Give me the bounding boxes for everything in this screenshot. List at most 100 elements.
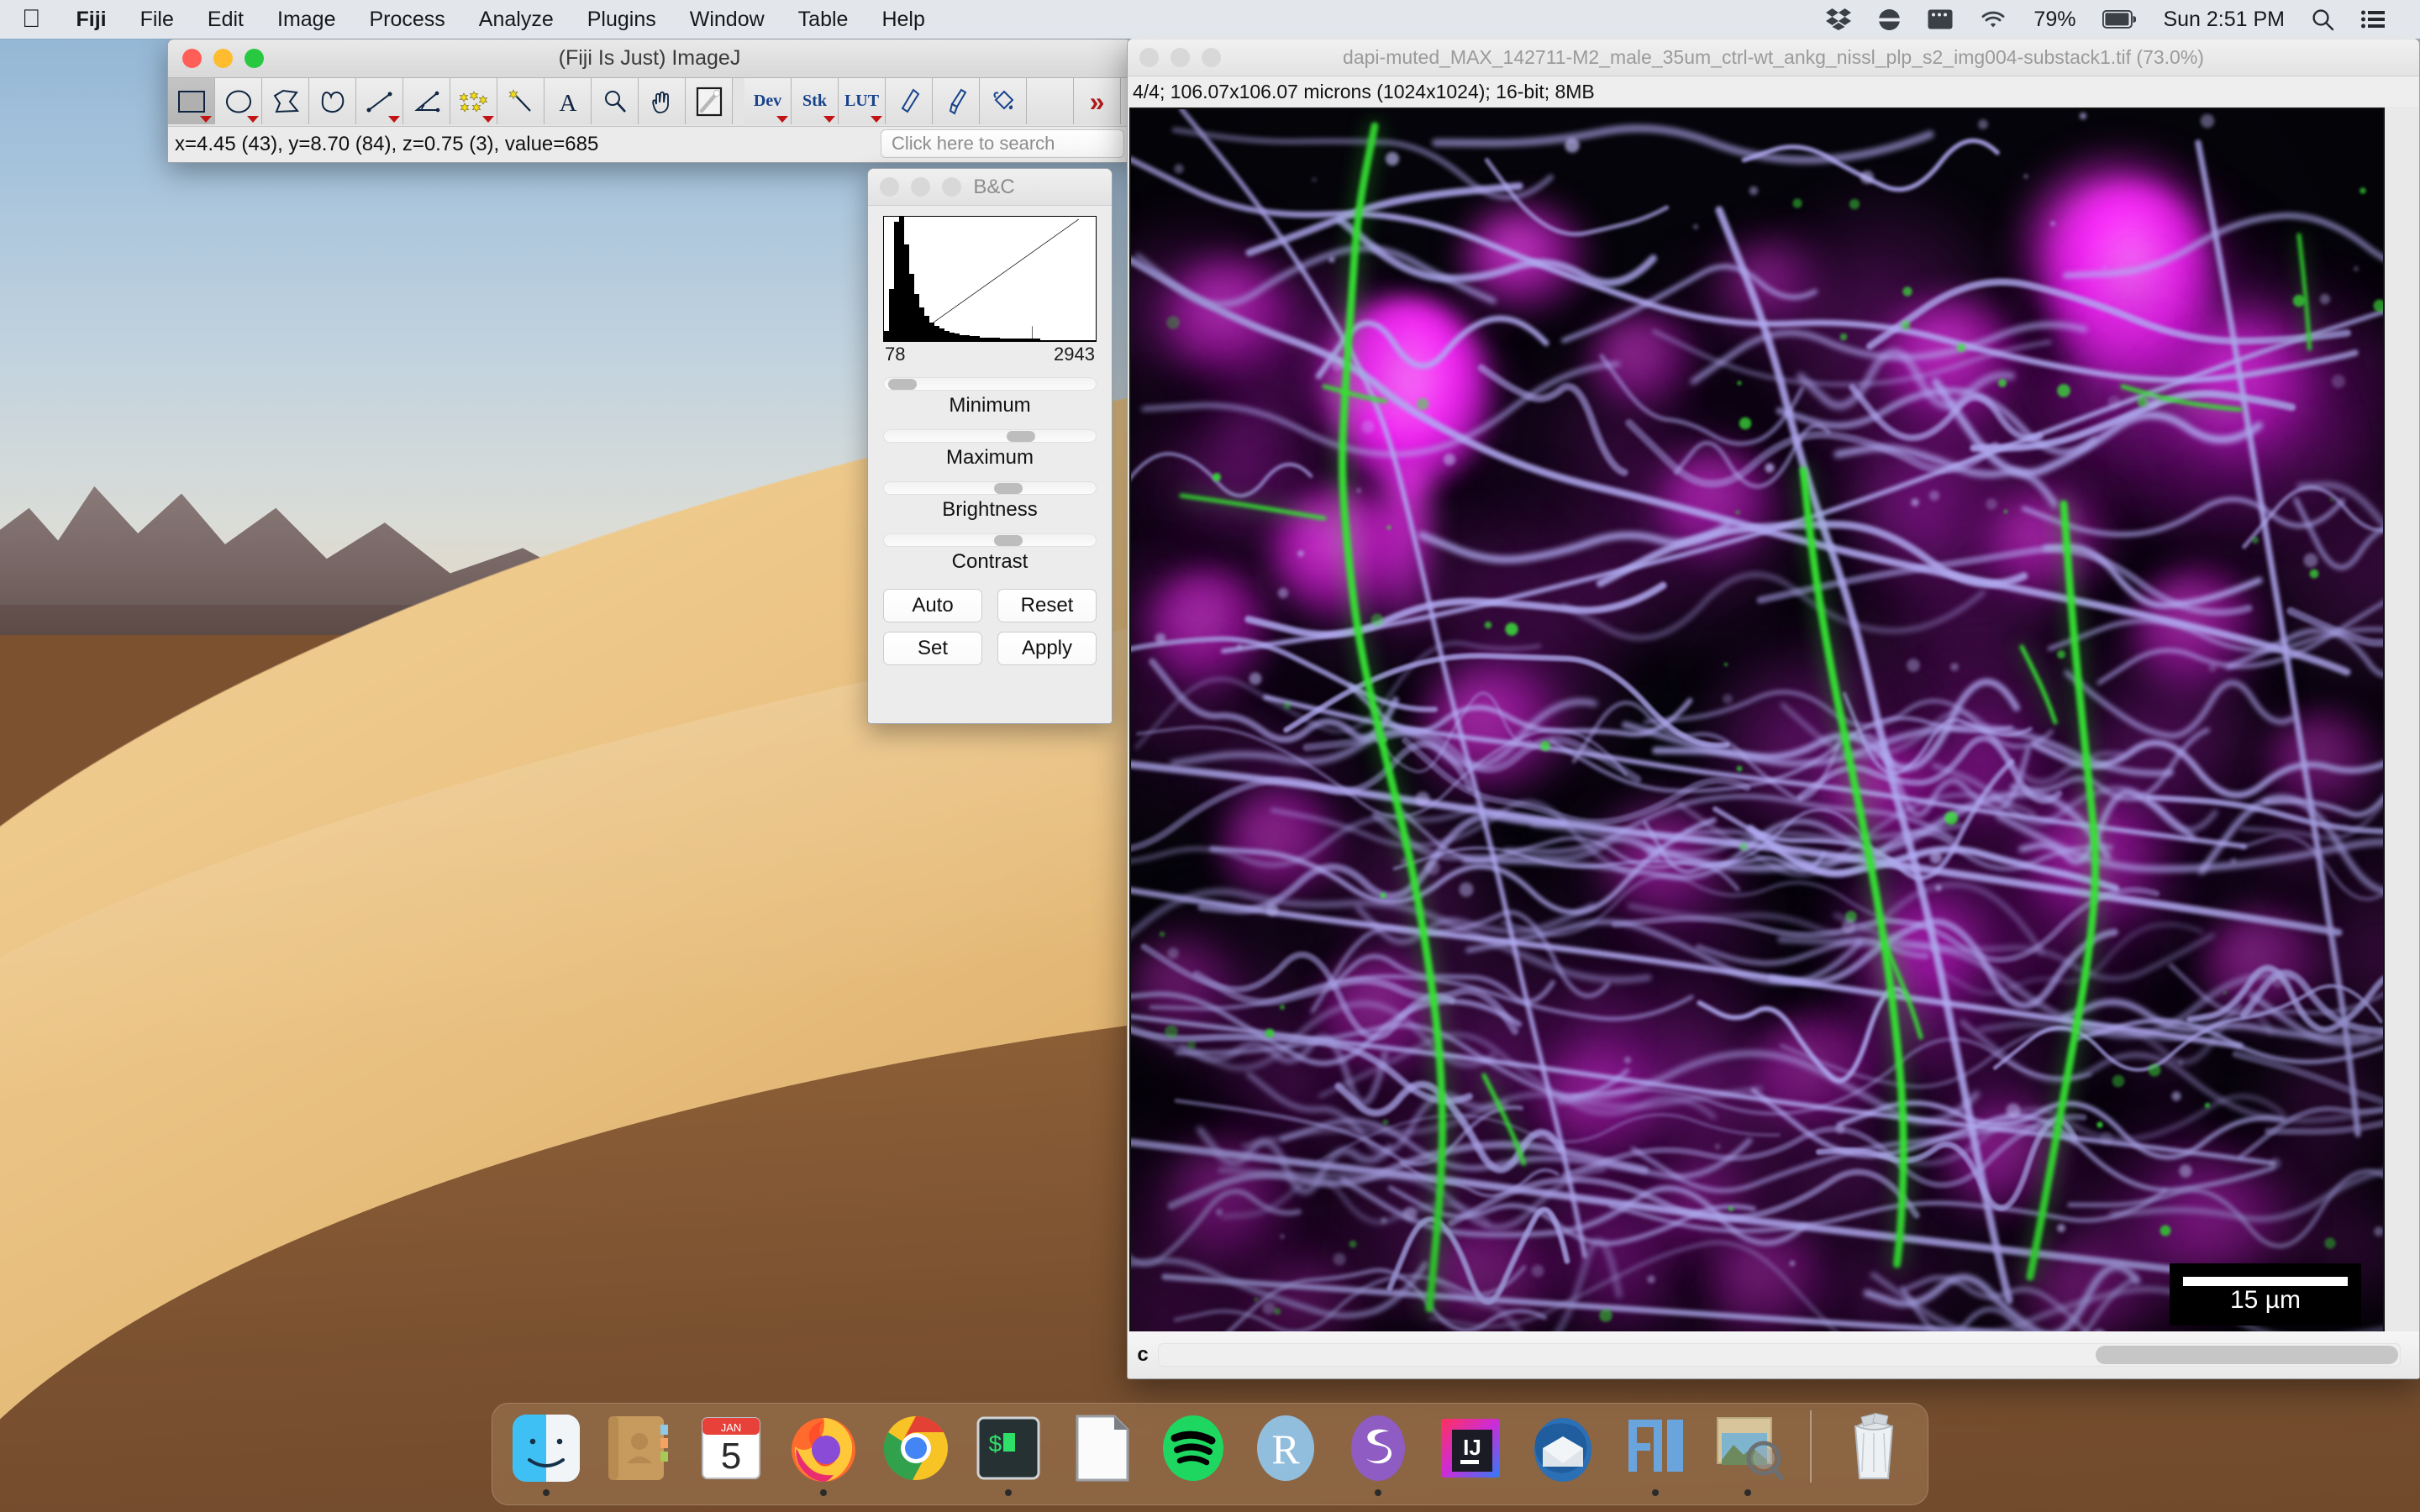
finder-icon[interactable] [509,1411,583,1485]
hand-tool[interactable] [639,78,686,124]
libreoffice-icon[interactable] [1064,1411,1138,1485]
dock-item-calendar[interactable]: JAN 5 [692,1411,770,1496]
notification-center-icon[interactable] [2348,10,2398,29]
firefox-icon[interactable] [786,1411,860,1485]
dock-item-firefox[interactable] [785,1411,862,1496]
paintbrush-tool[interactable] [933,78,980,124]
menu-table[interactable]: Table [781,0,865,39]
dock-item-chrome[interactable] [877,1411,955,1496]
maximum-slider-thumb[interactable] [1007,431,1036,442]
dock-item-preview[interactable] [1709,1411,1786,1496]
zoom-button[interactable] [245,49,264,68]
fiji-titlebar[interactable]: (Fiji Is Just) ImageJ [168,39,1131,78]
window-manager-icon[interactable] [1914,9,1966,29]
menu-plugins[interactable]: Plugins [571,0,673,39]
wifi-icon[interactable] [1966,9,2020,29]
empty-tool-slot[interactable] [1027,78,1074,124]
dock-item-rstudio[interactable]: R [1247,1411,1324,1496]
line-tool[interactable] [356,78,403,124]
apply-button[interactable]: Apply [997,632,1097,665]
lut-tool[interactable]: LUT [839,78,886,124]
freehand-tool[interactable] [309,78,356,124]
image-window[interactable]: dapi-muted_MAX_142711-M2_male_35um_ctrl-… [1127,38,2420,1379]
minimum-slider-thumb[interactable] [888,379,918,390]
fiji-icon[interactable] [1618,1411,1692,1485]
pencil-tool[interactable] [886,78,933,124]
menu-help[interactable]: Help [865,0,941,39]
minimize-button[interactable] [1171,47,1190,67]
dock-item-fiji[interactable] [1617,1411,1694,1496]
dock-item-trash[interactable] [1835,1411,1912,1496]
preview-icon[interactable] [1711,1411,1785,1485]
channel-scrollbar[interactable] [1158,1343,2401,1367]
dock-item-terminal[interactable]: $ [970,1411,1047,1496]
dev-tool[interactable]: Dev [744,78,792,124]
microscopy-image-canvas[interactable]: 15 µm [1129,108,2385,1347]
close-button[interactable] [1139,47,1159,67]
text-tool[interactable]: A [544,78,592,124]
bc-titlebar[interactable]: B&C [868,169,1112,206]
chevron-down-icon[interactable] [823,116,835,123]
minimum-slider[interactable] [883,377,1097,391]
set-button[interactable]: Set [883,632,982,665]
chevron-down-icon[interactable] [247,116,259,123]
image-window-controls[interactable] [1139,47,1221,67]
close-button[interactable] [880,177,899,197]
terminal-icon[interactable]: $ [971,1411,1045,1485]
maximum-slider[interactable] [883,429,1097,443]
contrast-slider-thumb[interactable] [994,535,1023,546]
auto-button[interactable]: Auto [883,589,982,622]
brightness-contrast-window[interactable]: B&C 78 2943 Minimum Maximum Brightness C… [867,168,1113,724]
paint-bucket-tool[interactable] [980,78,1027,124]
stk-tool[interactable]: Stk [792,78,839,124]
dropbox-icon[interactable] [1812,8,1865,31]
close-button[interactable] [182,49,202,68]
magnifier-tool[interactable] [592,78,639,124]
point-multipoint-tool[interactable] [450,78,497,124]
eyedropper-tool[interactable] [686,78,733,124]
chevron-down-icon[interactable] [776,116,788,123]
channel-scrollbar-thumb[interactable] [2096,1346,2398,1364]
image-status-bar[interactable]: c [1128,1331,2419,1378]
emacs-icon[interactable] [1341,1411,1415,1485]
dock-item-contacts[interactable] [600,1411,677,1496]
fiji-main-window[interactable]: (Fiji Is Just) ImageJ A Dev Stk LUT » x=… [167,39,1132,163]
battery-icon[interactable] [2089,10,2149,29]
polygon-tool[interactable] [262,78,309,124]
chrome-icon[interactable] [879,1411,953,1485]
menu-process[interactable]: Process [352,0,461,39]
minimize-button[interactable] [213,49,233,68]
chevron-down-icon[interactable] [388,116,400,123]
brightness-slider-thumb[interactable] [994,483,1023,494]
dock-item-thunderbird[interactable] [1524,1411,1602,1496]
dock-item-finder[interactable] [508,1411,585,1496]
chevron-down-icon[interactable] [200,116,212,123]
menu-file[interactable]: File [124,0,191,39]
intellij-idea-icon[interactable]: IJ [1434,1411,1507,1485]
mac-dock[interactable]: JAN 5 $ R IJ [492,1403,1928,1505]
reset-button[interactable]: Reset [997,589,1097,622]
oval-tool[interactable] [215,78,262,124]
rectangle-tool[interactable] [168,78,215,124]
fiji-window-controls[interactable] [182,49,264,68]
contrast-slider[interactable] [883,533,1097,547]
fiji-toolbar[interactable]: A Dev Stk LUT » [168,78,1131,127]
spotify-icon[interactable] [1156,1411,1230,1485]
trash-icon[interactable] [1837,1411,1911,1485]
chevron-down-icon[interactable] [871,116,882,123]
dock-item-libreoffice[interactable] [1062,1411,1139,1496]
more-tools-button[interactable]: » [1074,78,1121,124]
bc-window-controls[interactable] [880,177,961,197]
zoom-button[interactable] [942,177,961,197]
dock-item-emacs[interactable] [1339,1411,1417,1496]
chevron-down-icon[interactable] [482,116,494,123]
search-input[interactable]: Click here to search [881,129,1124,158]
contacts-icon[interactable] [602,1411,676,1485]
thunderbird-icon[interactable] [1526,1411,1600,1485]
image-titlebar[interactable]: dapi-muted_MAX_142711-M2_male_35um_ctrl-… [1128,39,2419,76]
angle-tool[interactable] [403,78,450,124]
menu-bar-clock[interactable]: Sun 2:51 PM [2149,8,2298,32]
menu-image[interactable]: Image [260,0,352,39]
brightness-slider[interactable] [883,481,1097,495]
dock-item-spotify[interactable] [1155,1411,1232,1496]
